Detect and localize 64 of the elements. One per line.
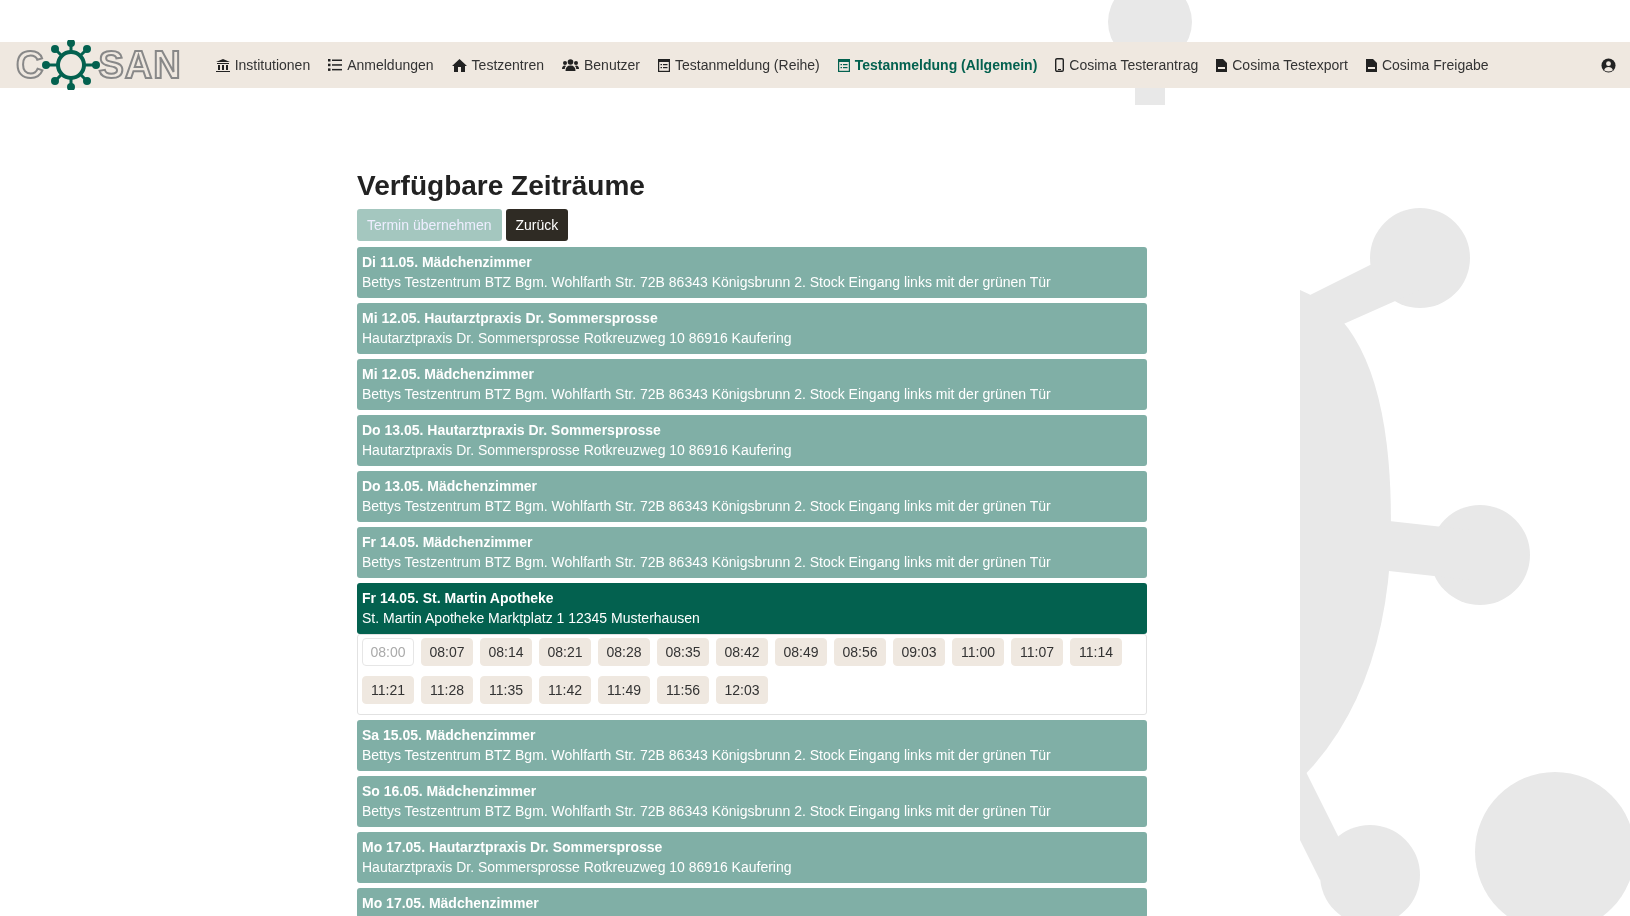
time-slot-button[interactable]: 08:28 — [598, 638, 650, 666]
time-slot-button[interactable]: 11:00 — [952, 638, 1004, 666]
entry-title: Sa 15.05. Mädchenzimmer — [362, 726, 537, 745]
nav-link[interactable]: Anmeldungen — [328, 57, 434, 73]
slot-entry[interactable]: Fr 14.05. St. Martin Apotheke St. Martin Apotheke Marktplatz 1 12345 Musterhausen — [357, 583, 1147, 634]
entry-address: St. Martin Apotheke Marktplatz 1 12345 Musterhausen — [362, 609, 701, 628]
form-icon — [837, 58, 850, 72]
entry-address: Bettys Testzentrum BTZ Bgm. Wohlfarth Str. 72B 86343 Königsbrunn 2. Stock Eingang links mit der grünen Tür — [362, 385, 1052, 404]
entry-title: Mo 17.05. Mädchenzimmer — [362, 894, 540, 913]
user-icon[interactable] — [1601, 57, 1616, 73]
entry-title: Di 11.05. Mädchenzimmer — [362, 253, 533, 272]
time-slot-button[interactable]: 12:03 — [716, 676, 768, 704]
nav-link[interactable]: Testanmeldung (Allgemein) — [837, 57, 1038, 73]
nav-link[interactable]: Cosima Testexport — [1216, 57, 1348, 73]
entry-address: Bettys Testzentrum BTZ Bgm. Wohlfarth Str. 72B 86343 Königsbrunn 2. Stock Eingang links mit der grünen Tür — [362, 497, 1052, 516]
time-slot-button[interactable]: 11:14 — [1070, 638, 1122, 666]
form-icon — [658, 58, 670, 72]
nav-link[interactable]: Cosima Freigabe — [1365, 57, 1489, 73]
phone-icon — [1055, 58, 1065, 72]
entry-title: Do 13.05. Mädchenzimmer — [362, 477, 539, 496]
entry-address: Bettys Testzentrum BTZ Bgm. Wohlfarth Str. 72B 86343 Königsbrunn 2. Stock Eingang links mit der grünen Tür — [362, 746, 1052, 765]
time-slot-button[interactable]: 08:42 — [716, 638, 768, 666]
nav-link[interactable]: Cosima Testerantrag — [1055, 57, 1199, 73]
entry-title: Mi 12.05. Mädchenzimmer — [362, 365, 535, 384]
time-slot-button[interactable]: 11:35 — [480, 676, 532, 704]
entry-title: Fr 14.05. St. Martin Apotheke — [362, 589, 555, 608]
nav-link[interactable]: Testzentren — [451, 57, 544, 73]
time-slot-button[interactable]: 11:56 — [657, 676, 709, 704]
entry-address: Hautarztpraxis Dr. Sommersprosse Rotkreuzweg 10 86916 Kaufering — [362, 858, 793, 877]
time-slot-button[interactable]: 11:49 — [598, 676, 650, 704]
entry-title: Mi 12.05. Hautarztpraxis Dr. Sommersprosse — [362, 309, 659, 328]
nav-link[interactable]: Testanmeldung (Reihe) — [658, 57, 820, 73]
logo-text: SAN — [98, 43, 182, 87]
back-button[interactable]: Zurück — [505, 209, 569, 241]
time-slot-button[interactable]: 11:28 — [421, 676, 473, 704]
time-slot-button[interactable]: 11:21 — [362, 676, 414, 704]
entry-title: So 16.05. Mädchenzimmer — [362, 782, 538, 801]
nav-link[interactable]: Institutionen — [215, 57, 311, 73]
entry-address: Bettys Testzentrum BTZ Bgm. Wohlfarth Str. 72B 86343 Königsbrunn 2. Stock Eingang links mit der grünen Tür — [362, 273, 1052, 292]
bank-icon — [215, 58, 230, 72]
logo-text: C — [16, 43, 45, 87]
time-slot-button[interactable]: 08:21 — [539, 638, 591, 666]
time-slot-button[interactable]: 11:07 — [1011, 638, 1063, 666]
entry-title: Do 13.05. Hautarztpraxis Dr. Sommersprosse — [362, 421, 662, 440]
entry-address: Hautarztpraxis Dr. Sommersprosse Rotkreuzweg 10 86916 Kaufering — [362, 441, 793, 460]
time-slot-button[interactable]: 08:07 — [421, 638, 473, 666]
house-icon — [451, 58, 467, 72]
entry-title: Fr 14.05. Mädchenzimmer — [362, 533, 534, 552]
entry-address: Bettys Testzentrum BTZ Bgm. Wohlfarth Str. 72B 86343 Königsbrunn 2. Stock Eingang links mit der grünen Tür — [362, 802, 1052, 821]
time-slot-button[interactable]: 08:14 — [480, 638, 532, 666]
page-heading: Verfügbare Zeiträume — [357, 170, 646, 202]
csv-file-icon — [1216, 58, 1228, 72]
time-slot-button[interactable]: 08:35 — [657, 638, 709, 666]
time-slot-button[interactable]: 08:49 — [775, 638, 827, 666]
time-slot-button[interactable]: 09:03 — [893, 638, 945, 666]
users-icon — [561, 59, 579, 71]
csv-file-icon — [1365, 58, 1377, 72]
entry-address: Hautarztpraxis Dr. Sommersprosse Rotkreuzweg 10 86916 Kaufering — [362, 329, 793, 348]
time-slot-button[interactable]: 11:42 — [539, 676, 591, 704]
time-slot-button[interactable]: 08:56 — [834, 638, 886, 666]
entry-address: Bettys Testzentrum BTZ Bgm. Wohlfarth Str. 72B 86343 Königsbrunn 2. Stock Eingang links mit der grünen Tür — [362, 553, 1052, 572]
entry-title: Mo 17.05. Hautarztpraxis Dr. Sommersprosse — [362, 838, 664, 857]
list-icon — [328, 59, 343, 71]
nav-link[interactable]: Benutzer — [561, 57, 640, 73]
